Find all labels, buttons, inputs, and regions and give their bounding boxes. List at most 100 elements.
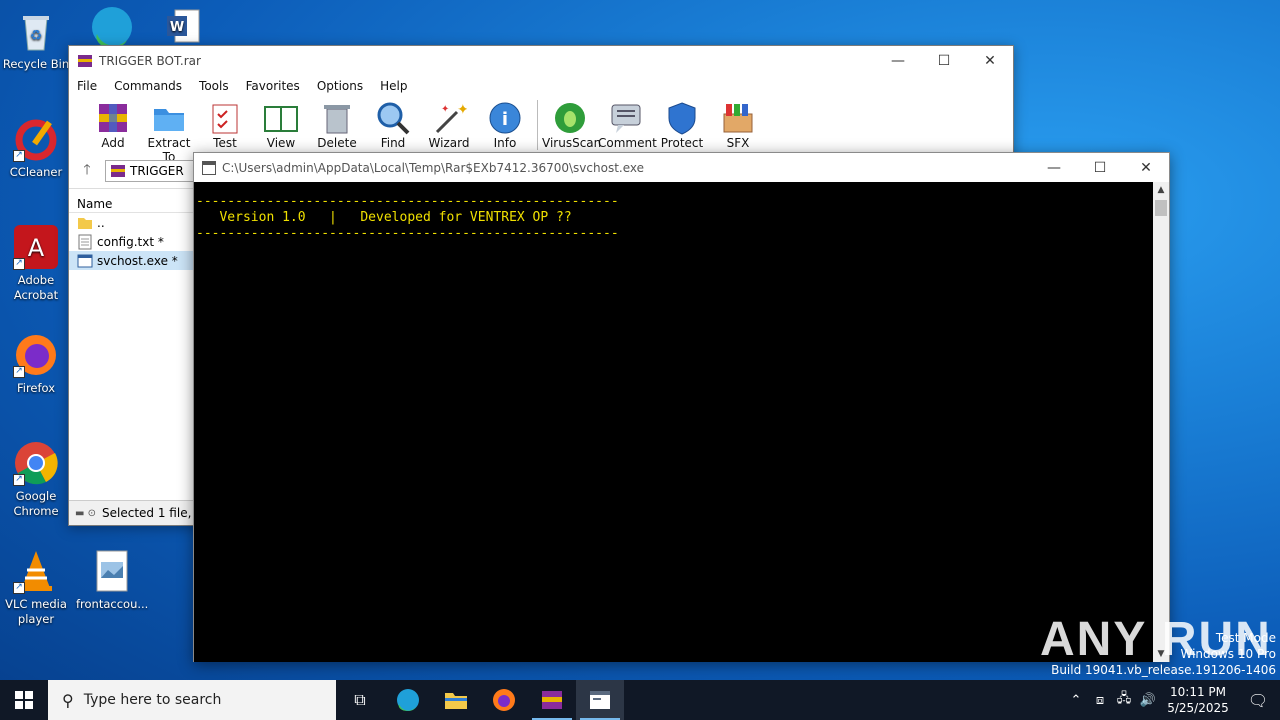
console-scrollbar[interactable]: ▲ ▼: [1153, 182, 1169, 662]
volume-icon[interactable]: 🔊: [1136, 693, 1160, 708]
console-line: ----------------------------------------…: [196, 194, 619, 209]
up-arrow-icon[interactable]: 🡑: [69, 159, 105, 183]
menu-tools[interactable]: Tools: [199, 79, 229, 93]
svg-text:✦: ✦: [441, 104, 449, 115]
console-line: Version 1.0 | Developed for VENTREX OP ?…: [196, 210, 572, 225]
desktop-icon-frontaccou[interactable]: frontaccou...: [76, 548, 148, 612]
chevron-up-icon[interactable]: ⌃: [1064, 693, 1088, 708]
address-text: TRIGGER: [130, 164, 184, 178]
view-button[interactable]: View: [253, 100, 309, 152]
close-button[interactable]: ✕: [1123, 153, 1169, 183]
start-button[interactable]: [0, 680, 48, 720]
sfx-box-icon: [723, 104, 753, 133]
desktop-icon-chrome[interactable]: ↗ Google Chrome: [0, 440, 72, 519]
toolbar-label: Delete: [317, 136, 357, 150]
edge-icon: [397, 689, 419, 712]
taskbar-clock[interactable]: 10:11 PM 5/25/2025: [1160, 684, 1236, 716]
menu-options[interactable]: Options: [317, 79, 363, 93]
winrar-window-controls: — ☐ ✕: [875, 46, 1013, 76]
desktop-icon-recycle-bin[interactable]: ♻ Recycle Bin: [0, 8, 72, 72]
menu-favorites[interactable]: Favorites: [246, 79, 300, 93]
wizard-button[interactable]: ✦ ✦ Wizard: [421, 100, 477, 152]
vlc-icon: ↗: [13, 548, 59, 594]
toolbar-label: Info: [493, 136, 517, 150]
console-title: C:\Users\admin\AppData\Local\Temp\Rar$EX…: [222, 160, 645, 175]
taskbar-edge[interactable]: [384, 680, 432, 720]
console-output[interactable]: ----------------------------------------…: [194, 182, 1154, 662]
taskbar-console[interactable]: [576, 680, 624, 720]
add-button[interactable]: Add: [85, 100, 141, 152]
comment-button[interactable]: Comment: [598, 100, 657, 152]
taskbar-firefox[interactable]: [480, 680, 528, 720]
desktop-icon-label: VLC media player: [5, 597, 67, 626]
maximize-button[interactable]: ☐: [921, 46, 967, 76]
address-field[interactable]: TRIGGER: [105, 160, 195, 182]
desktop-icon-adobe-acrobat[interactable]: A ↗ Adobe Acrobat: [0, 224, 72, 303]
notification-icon[interactable]: 🗨: [1236, 691, 1280, 710]
device-icon[interactable]: ⧈: [1088, 693, 1112, 708]
desktop-icon-label: Adobe Acrobat: [13, 273, 59, 302]
scrollbar-thumb[interactable]: [1155, 200, 1167, 216]
console-titlebar[interactable]: C:\Users\admin\AppData\Local\Temp\Rar$EX…: [194, 153, 1169, 182]
file-row[interactable]: config.txt *: [69, 232, 195, 251]
network-icon[interactable]: 🖧: [1112, 689, 1136, 711]
maximize-button[interactable]: ☐: [1077, 153, 1123, 183]
desktop-icon-firefox[interactable]: ↗ Firefox: [0, 332, 72, 396]
protect-button[interactable]: Protect: [654, 100, 710, 152]
search-placeholder: Type here to search: [83, 692, 222, 708]
task-view-button[interactable]: ⧉: [336, 680, 384, 720]
extract-to-button[interactable]: Extract To: [141, 100, 197, 164]
comment-icon: [611, 104, 641, 133]
file-row-selected[interactable]: svchost.exe *: [69, 251, 195, 270]
minimize-button[interactable]: —: [1031, 153, 1077, 183]
taskbar-search[interactable]: ⚲ Type here to search: [48, 680, 336, 720]
toolbar-label: View: [266, 136, 296, 150]
svg-text:W: W: [170, 20, 184, 35]
taskbar: ⚲ Type here to search ⧉ ⌃ ⧈ 🖧 🔊 10:11 PM…: [0, 680, 1280, 720]
folder-icon: [445, 693, 467, 709]
winrar-titlebar[interactable]: TRIGGER BOT.rar: [69, 46, 1013, 76]
windows-logo-icon: [15, 691, 33, 709]
minimize-button[interactable]: —: [875, 46, 921, 76]
virusscan-button[interactable]: VirusScan: [542, 100, 601, 152]
watermark-line: Windows 10 Pro: [1180, 647, 1276, 661]
file-name: ..: [97, 215, 105, 230]
console-window[interactable]: C:\Users\admin\AppData\Local\Temp\Rar$EX…: [193, 152, 1170, 662]
delete-button[interactable]: Delete: [309, 100, 365, 152]
toolbar-label: Protect: [660, 136, 704, 150]
column-header-name[interactable]: Name: [69, 189, 195, 213]
taskbar-winrar[interactable]: [528, 680, 576, 720]
winrar-icon: [78, 55, 92, 67]
drive-icon: ▬ ⊙: [75, 507, 97, 519]
svg-text:✦: ✦: [457, 102, 467, 118]
test-button[interactable]: Test: [197, 100, 253, 152]
clipboard-icon: [212, 104, 238, 134]
status-bar: ▬ ⊙ Selected 1 file,: [69, 500, 195, 525]
find-button[interactable]: Find: [365, 100, 421, 152]
chrome-icon: ↗: [13, 440, 59, 486]
edge-icon: [89, 4, 135, 50]
sfx-button[interactable]: SFX: [710, 100, 766, 152]
console-icon: [202, 160, 216, 175]
file-list: Name .. config.txt * svchost.exe *: [69, 188, 195, 501]
menu-help[interactable]: Help: [380, 79, 407, 93]
taskbar-file-explorer[interactable]: [432, 680, 480, 720]
console-icon: [590, 691, 610, 709]
winrar-menubar: File Commands Tools Favorites Options He…: [69, 76, 1013, 96]
info-button[interactable]: i Info: [477, 100, 533, 152]
scroll-up-arrow-icon[interactable]: ▲: [1153, 182, 1169, 198]
file-name: svchost.exe *: [97, 253, 178, 268]
menu-file[interactable]: File: [77, 79, 97, 93]
desktop-icon-vlc[interactable]: ↗ VLC media player: [0, 548, 72, 627]
svg-text:A: A: [28, 234, 45, 262]
menu-commands[interactable]: Commands: [114, 79, 182, 93]
word-icon: W: [161, 4, 207, 50]
close-button[interactable]: ✕: [967, 46, 1013, 76]
address-bar: 🡑 TRIGGER: [69, 156, 195, 186]
file-row[interactable]: ..: [69, 213, 195, 232]
desktop-icon-ccleaner[interactable]: ↗ CCleaner: [0, 116, 72, 180]
winrar-icon: [542, 691, 562, 709]
folder-icon: [154, 109, 184, 131]
bug-icon: [555, 103, 585, 133]
desktop-icon-label: Recycle Bin: [2, 57, 70, 71]
